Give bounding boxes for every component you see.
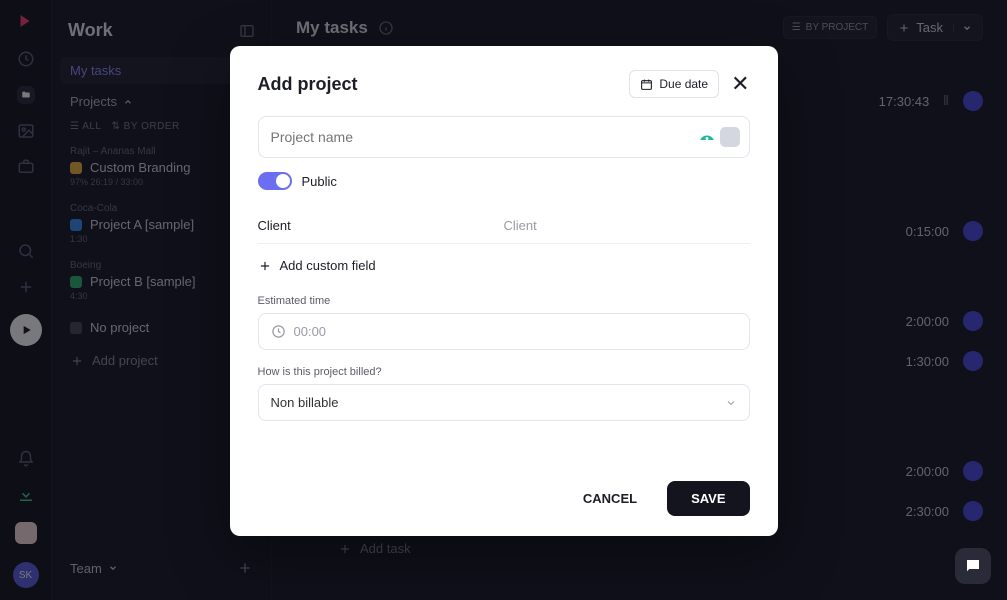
public-toggle[interactable] bbox=[258, 172, 292, 190]
billing-select[interactable]: Non billable bbox=[258, 384, 750, 421]
calendar-icon bbox=[640, 78, 653, 91]
public-label: Public bbox=[302, 174, 337, 189]
estimated-time-input[interactable]: 00:00 bbox=[258, 313, 750, 350]
add-custom-field-button[interactable]: Add custom field bbox=[258, 244, 750, 279]
plus-icon bbox=[258, 259, 272, 273]
visibility-icon[interactable] bbox=[698, 128, 716, 146]
billed-label: How is this project billed? bbox=[258, 366, 750, 378]
clock-icon bbox=[271, 324, 286, 339]
client-field[interactable]: Client Client bbox=[258, 208, 750, 244]
color-picker[interactable] bbox=[720, 127, 740, 147]
add-project-modal: Add project Due date ✕ Public Client Cli… bbox=[230, 46, 778, 536]
close-icon[interactable]: ✕ bbox=[731, 73, 749, 95]
modal-title: Add project bbox=[258, 74, 630, 95]
estimated-time-label: Estimated time bbox=[258, 295, 750, 307]
chat-fab[interactable] bbox=[955, 548, 991, 584]
project-name-input[interactable] bbox=[258, 116, 750, 158]
cancel-button[interactable]: CANCEL bbox=[567, 481, 653, 516]
chevron-down-icon bbox=[725, 397, 737, 409]
due-date-button[interactable]: Due date bbox=[629, 70, 719, 98]
save-button[interactable]: SAVE bbox=[667, 481, 749, 516]
modal-overlay: Add project Due date ✕ Public Client Cli… bbox=[0, 0, 1007, 600]
